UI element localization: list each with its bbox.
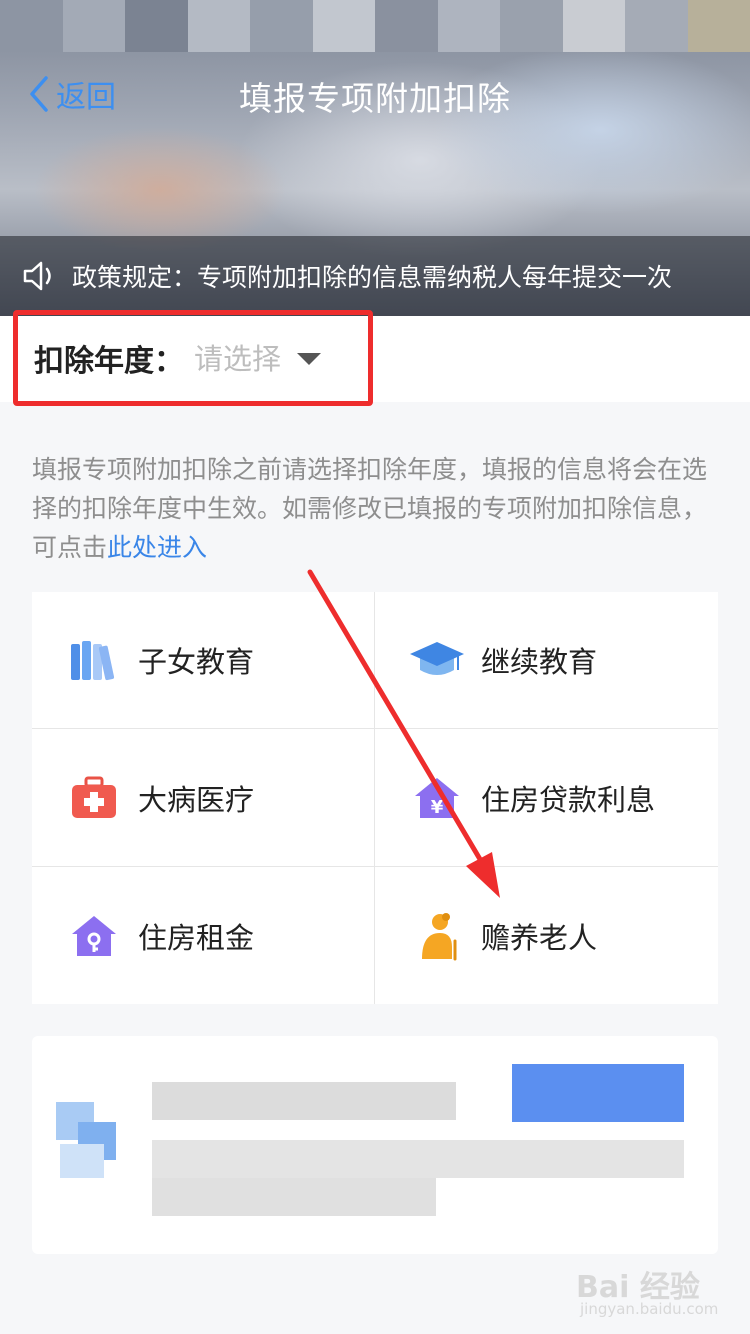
category-housing-loan-interest[interactable]: ¥ 住房贷款利息 [375,729,718,867]
category-serious-illness[interactable]: 大病医疗 [32,729,375,867]
watermark-url: jingyan.baidu.com [580,1300,719,1318]
notice-text: 政策规定：专项附加扣除的信息需纳税人每年提交一次 [72,263,673,292]
category-label: 继续教育 [481,645,598,679]
category-continuing-education[interactable]: 继续教育 [375,592,718,729]
category-elderly-support[interactable]: 赡养老人 [375,867,718,1004]
deduction-category-grid: 子女教育 继续教育 大病医疗 ¥ 住房贷款利息 住房租金 赡养老人 [32,592,718,1004]
category-label: 子女教育 [138,645,255,679]
blurred-status-bar [0,0,750,52]
nav-bar: 返回 填报专项附加扣除 [0,60,750,124]
header-banner: 返回 填报专项附加扣除 政策规定：专项附加扣除的信息需纳税人每年提交一次 [0,0,750,316]
graduation-cap-icon [407,633,467,687]
info-text: 填报专项附加扣除之前请选择扣除年度，填报的信息将会在选择的扣除年度中生效。如需修… [32,450,712,567]
category-housing-rent[interactable]: 住房租金 [32,867,375,1004]
speaker-icon [23,261,51,291]
blurred-promo-card[interactable] [32,1036,718,1254]
svg-text:¥: ¥ [431,797,444,818]
medical-kit-icon [64,771,124,825]
elderly-icon [407,909,467,963]
category-child-education[interactable]: 子女教育 [32,592,375,729]
enter-here-link[interactable]: 此处进入 [107,533,207,562]
category-label: 大病医疗 [138,782,255,817]
books-icon [64,633,124,687]
category-label: 赡养老人 [481,920,598,955]
house-key-icon [64,909,124,963]
house-loan-icon: ¥ [407,771,467,825]
category-label: 住房租金 [138,920,255,955]
page-title: 填报专项附加扣除 [239,79,511,118]
policy-notice: 政策规定：专项附加扣除的信息需纳税人每年提交一次 [0,236,750,316]
category-label: 住房贷款利息 [481,782,656,817]
annotation-highlight-box [13,310,373,406]
